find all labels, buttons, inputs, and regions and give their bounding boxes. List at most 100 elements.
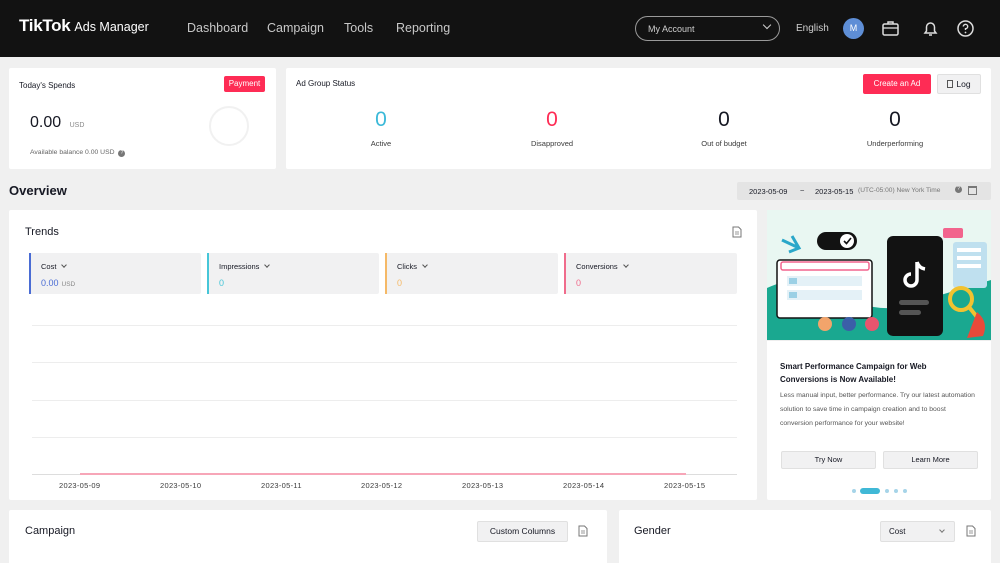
metric-color-bar — [207, 253, 209, 294]
date-range-picker[interactable]: 2023-05-09 ~ 2023-05-15 (UTC-05:00) New … — [737, 182, 991, 200]
nav-dashboard[interactable]: Dashboard — [187, 21, 248, 35]
info-icon[interactable]: ? — [955, 186, 962, 193]
active-count[interactable]: 0 — [361, 108, 401, 132]
top-navigation-bar: TikTok Ads Manager Dashboard Campaign Too… — [0, 0, 1000, 57]
nav-tools[interactable]: Tools — [344, 21, 373, 35]
metric-clicks[interactable]: Clicks 0 — [385, 253, 558, 294]
metric-cost-label: Cost — [41, 262, 57, 271]
spend-ring-chart — [209, 106, 249, 146]
underperforming-label: Underperforming — [866, 139, 924, 148]
carousel-dot[interactable] — [852, 489, 856, 493]
promo-description: Less manual input, better performance. T… — [780, 392, 975, 427]
spend-currency: USD — [69, 122, 85, 129]
x-axis-tick: 2023-05-12 — [361, 481, 403, 490]
gender-card: Gender Cost — [619, 510, 991, 563]
underperforming-count[interactable]: 0 — [875, 108, 915, 132]
date-separator: ~ — [800, 186, 805, 195]
bell-icon[interactable] — [920, 18, 941, 39]
info-icon[interactable]: ? — [118, 150, 126, 157]
chevron-down-icon — [762, 20, 772, 30]
todays-spends-title: Today's Spends — [19, 81, 76, 90]
language-selector[interactable]: English — [796, 23, 829, 34]
x-axis-tick: 2023-05-15 — [664, 481, 706, 490]
ad-group-status-card: Ad Group Status Create an Ad Log 0 Activ… — [286, 68, 991, 169]
promo-title: Smart Performance Campaign for Web Conve… — [780, 362, 927, 384]
custom-columns-button[interactable]: Custom Columns — [477, 521, 568, 542]
download-report-icon[interactable] — [578, 525, 588, 537]
ad-group-status-title: Ad Group Status — [296, 79, 356, 88]
download-report-icon[interactable] — [732, 226, 742, 238]
spend-amount-value: 0.00 — [30, 114, 62, 131]
x-axis-tick: 2023-05-14 — [563, 481, 605, 490]
metric-name: Conversions — [576, 262, 629, 271]
x-axis-tick: 2023-05-10 — [160, 481, 202, 490]
account-selector[interactable]: My Account — [635, 16, 780, 41]
metric-name: Clicks — [397, 262, 428, 271]
date-end: 2023-05-15 — [815, 187, 854, 196]
nav-campaign[interactable]: Campaign — [267, 21, 324, 35]
campaign-title: Campaign — [25, 525, 76, 537]
x-axis-tick: 2023-05-13 — [462, 481, 504, 490]
out-of-budget-label: Out of budget — [701, 139, 747, 148]
promo-divider — [767, 340, 991, 341]
gender-title: Gender — [634, 525, 671, 537]
nav-reporting[interactable]: Reporting — [396, 21, 450, 35]
log-button-label: Log — [956, 79, 971, 89]
metric-conversions[interactable]: Conversions 0 — [564, 253, 737, 294]
tiktok-ads-manager-logo[interactable]: TikTok Ads Manager — [19, 16, 149, 36]
chevron-down-icon — [939, 527, 945, 533]
x-axis-tick: 2023-05-09 — [59, 481, 101, 490]
account-selector-label: My Account — [648, 24, 695, 34]
metric-impressions-value: 0 — [219, 278, 225, 288]
log-button[interactable]: Log — [937, 74, 981, 94]
metric-name: Impressions — [219, 262, 271, 271]
campaign-card: Campaign Custom Columns — [9, 510, 607, 563]
timezone: (UTC-05:00) New York Time — [858, 187, 941, 194]
chart-gridline — [32, 437, 737, 438]
download-report-icon[interactable] — [966, 525, 976, 537]
gender-metric-select-value: Cost — [889, 527, 906, 536]
chart-gridline — [32, 325, 737, 326]
todays-spends-card: Today's Spends Payment 0.00 USD Availabl… — [9, 68, 276, 169]
available-balance-text: Available balance 0.00 USD — [30, 149, 115, 156]
metric-impressions[interactable]: Impressions 0 — [207, 253, 379, 294]
metric-cost-unit: USD — [61, 281, 76, 288]
available-balance: Available balance 0.00 USD ? — [30, 149, 126, 157]
date-start: 2023-05-09 — [749, 187, 788, 196]
metric-clicks-value: 0 — [397, 278, 403, 288]
carousel-dot-active[interactable] — [860, 488, 880, 494]
carousel-dot[interactable] — [903, 489, 907, 493]
chevron-down-icon — [264, 262, 271, 268]
gender-metric-select[interactable]: Cost — [880, 521, 955, 542]
active-label: Active — [370, 139, 392, 148]
disapproved-label: Disapproved — [530, 139, 574, 148]
metric-conversions-value: 0 — [576, 278, 582, 288]
trend-line — [80, 473, 686, 475]
payment-button[interactable]: Payment — [224, 76, 265, 92]
metric-cost[interactable]: Cost 0.00 USD — [29, 253, 201, 294]
try-now-button[interactable]: Try Now — [781, 451, 876, 469]
carousel-dot[interactable] — [885, 489, 889, 493]
calendar-icon — [968, 186, 977, 195]
overview-title: Overview — [9, 183, 67, 198]
help-icon[interactable] — [955, 18, 976, 39]
business-center-icon[interactable] — [880, 18, 901, 39]
logo-subtitle: Ads Manager — [74, 20, 149, 34]
carousel-dot[interactable] — [894, 489, 898, 493]
learn-more-button[interactable]: Learn More — [883, 451, 978, 469]
metric-value: 0.00 USD — [41, 278, 75, 288]
create-ad-button[interactable]: Create an Ad — [863, 74, 931, 94]
metric-color-bar — [385, 253, 387, 294]
metric-impressions-label: Impressions — [219, 262, 260, 271]
disapproved-count[interactable]: 0 — [532, 108, 572, 132]
out-of-budget-count[interactable]: 0 — [704, 108, 744, 132]
trends-title: Trends — [25, 226, 59, 238]
chevron-down-icon — [422, 262, 428, 268]
avatar[interactable]: M — [843, 18, 864, 39]
metric-color-bar — [29, 253, 31, 294]
spend-amount: 0.00 USD — [30, 114, 84, 132]
metric-clicks-label: Clicks — [397, 262, 417, 271]
metric-name: Cost — [41, 262, 68, 271]
document-icon — [947, 80, 954, 88]
chevron-down-icon — [61, 262, 68, 268]
